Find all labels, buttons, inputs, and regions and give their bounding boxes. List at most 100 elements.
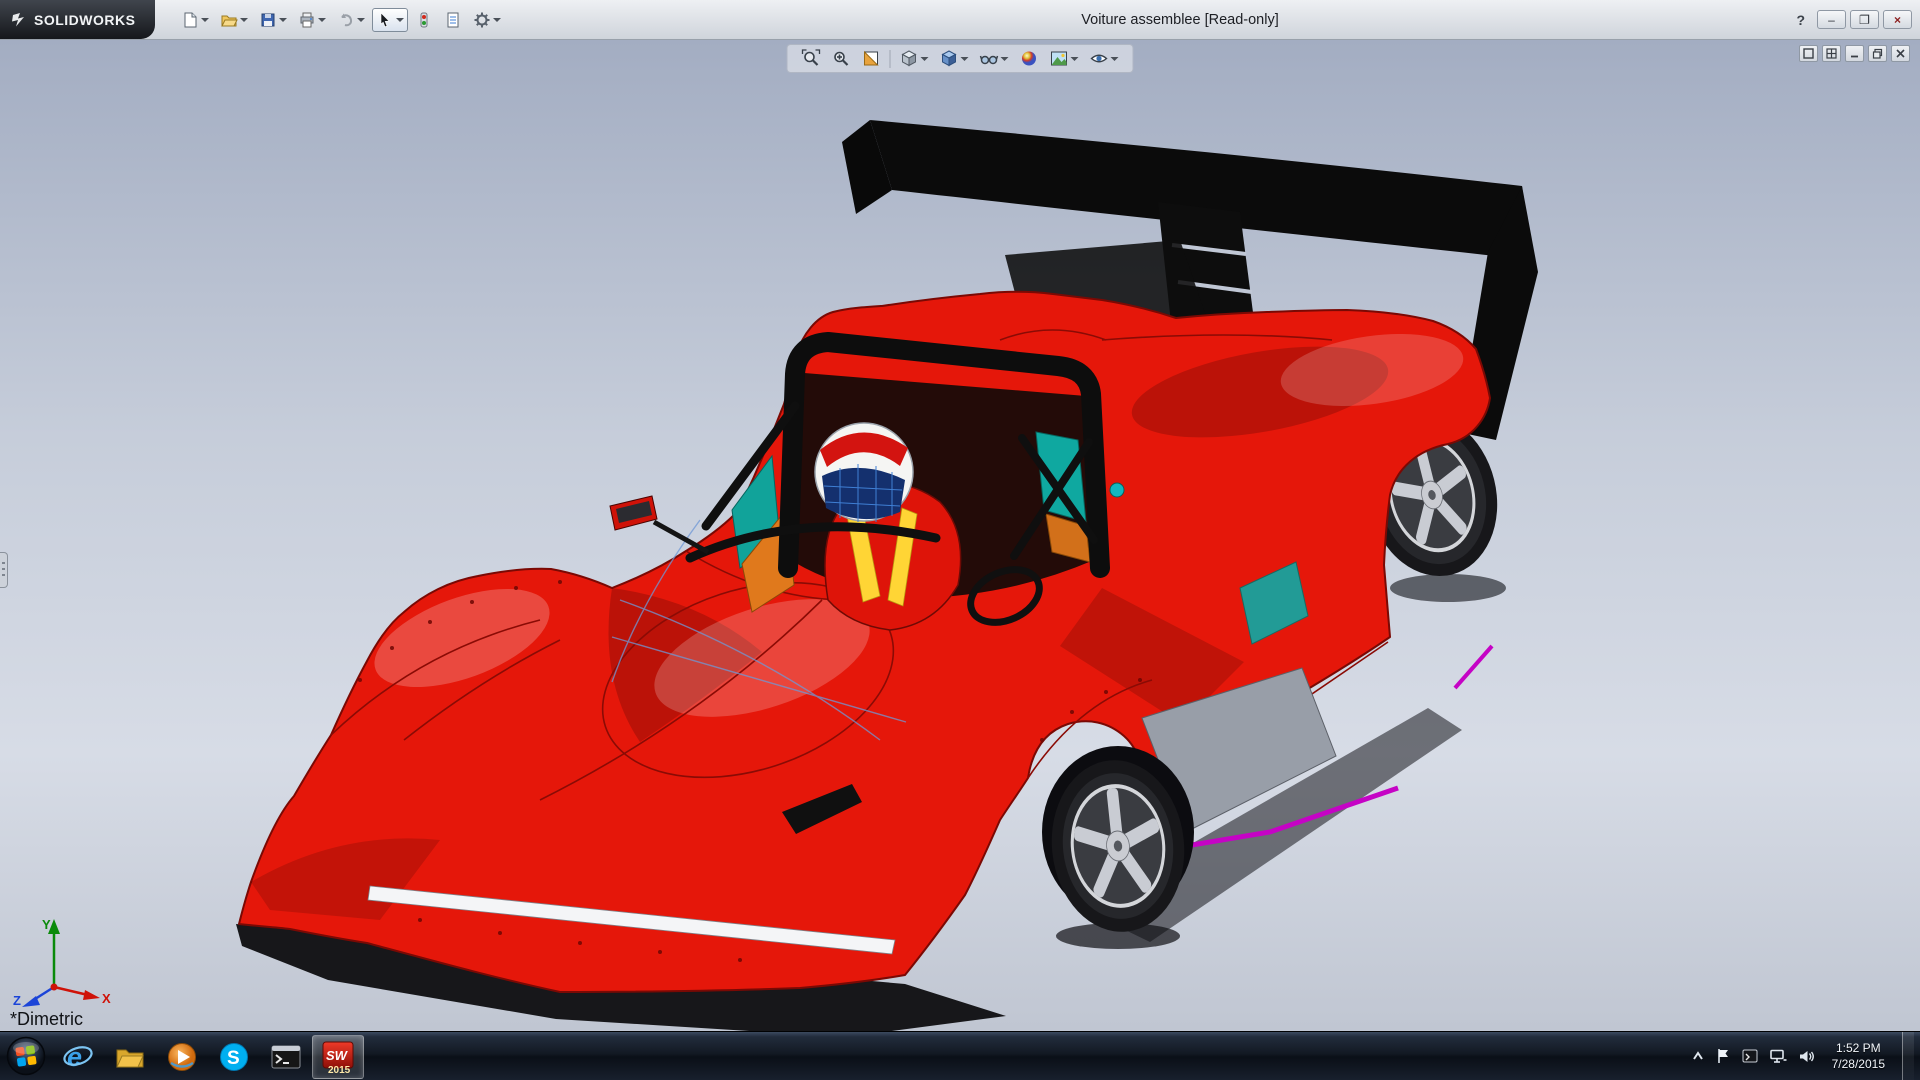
chevron-down-icon[interactable]: [921, 57, 929, 61]
select-cursor-icon: [376, 11, 394, 29]
scene-icon: [1050, 49, 1069, 68]
side-mirror[interactable]: [610, 496, 708, 552]
chevron-down-icon[interactable]: [1071, 57, 1079, 61]
glasses-icon: [980, 49, 999, 68]
eye-icon: [1090, 49, 1109, 68]
open-button[interactable]: [216, 8, 252, 32]
helmet-visor: [822, 468, 905, 519]
zoom-to-fit-button[interactable]: [800, 48, 823, 69]
graphics-viewport[interactable]: Y X Z *Dimetric: [0, 40, 1920, 1031]
chevron-down-icon[interactable]: [201, 18, 209, 22]
chevron-down-icon[interactable]: [493, 18, 501, 22]
titlebar: SOLIDWORKS: [0, 0, 1920, 40]
file-properties-icon: [444, 11, 462, 29]
file-properties-button[interactable]: [440, 8, 466, 32]
race-car-model[interactable]: [236, 120, 1538, 1031]
chevron-down-icon[interactable]: [961, 57, 969, 61]
taskbar-clock[interactable]: 1:52 PM 7/28/2015: [1826, 1040, 1891, 1072]
chevron-down-icon[interactable]: [357, 18, 365, 22]
print-button[interactable]: [294, 8, 330, 32]
chevron-down-icon[interactable]: [396, 18, 404, 22]
chevron-down-icon[interactable]: [318, 18, 326, 22]
save-button[interactable]: [255, 8, 291, 32]
volume-icon[interactable]: [1798, 1049, 1815, 1064]
restore-doc-button[interactable]: [1868, 45, 1887, 62]
display-style-icon: [940, 49, 959, 68]
windows-start-orb-icon: [6, 1036, 46, 1076]
chevron-down-icon[interactable]: [1001, 57, 1009, 61]
taskbar-item-media-player[interactable]: [156, 1035, 208, 1079]
help-button[interactable]: ?: [1788, 12, 1813, 28]
close-button[interactable]: ×: [1883, 10, 1912, 29]
panel-splitter-handle[interactable]: [0, 552, 8, 588]
view-orientation-button[interactable]: [898, 48, 931, 69]
taskbar-item-solidworks[interactable]: SW 2015: [312, 1035, 364, 1079]
folder-icon: [113, 1040, 147, 1074]
document-window-controls: [1799, 45, 1910, 62]
view-orientation-label: *Dimetric: [10, 1009, 83, 1030]
view-orientation-cube-icon: [900, 49, 919, 68]
taskbar-item-internet-explorer[interactable]: e: [52, 1035, 104, 1079]
undo-button[interactable]: [333, 8, 369, 32]
maximize-button[interactable]: ❐: [1850, 10, 1879, 29]
close-doc-button[interactable]: [1891, 45, 1910, 62]
fullscreen-icon[interactable]: [1799, 45, 1818, 62]
brand-text: SOLIDWORKS: [34, 12, 135, 28]
skype-icon: S: [217, 1040, 251, 1074]
section-view-button[interactable]: [860, 48, 883, 69]
3d-scene[interactable]: [0, 40, 1920, 1031]
select-button[interactable]: [372, 8, 408, 32]
chevron-down-icon[interactable]: [279, 18, 287, 22]
undo-icon: [337, 11, 355, 29]
network-icon[interactable]: [1769, 1049, 1787, 1064]
open-folder-icon: [220, 11, 238, 29]
caption-controls: ? – ❐ ×: [1788, 0, 1912, 39]
taskbar-item-windows-explorer[interactable]: [104, 1035, 156, 1079]
solidworks-logo: SOLIDWORKS: [0, 0, 155, 39]
rebuild-icon: [415, 11, 433, 29]
appearance-ball-icon: [1020, 49, 1039, 68]
new-document-icon: [181, 11, 199, 29]
section-view-icon: [862, 49, 881, 68]
command-prompt-icon: [269, 1040, 303, 1074]
action-center-flag-icon[interactable]: [1716, 1048, 1731, 1064]
window-title: Voiture assemblee [Read-only]: [1081, 0, 1278, 40]
taskbar-item-command-prompt[interactable]: [260, 1035, 312, 1079]
minimize-doc-button[interactable]: [1845, 45, 1864, 62]
clock-time: 1:52 PM: [1832, 1040, 1885, 1056]
quick-access-toolbar: [177, 8, 505, 32]
new-document-button[interactable]: [177, 8, 213, 32]
solidworks-year-badge: 2015: [328, 1065, 351, 1075]
console-window-tray-icon[interactable]: [1742, 1049, 1758, 1063]
sensor-dot: [1110, 483, 1124, 497]
start-button[interactable]: [0, 1032, 52, 1080]
internet-explorer-icon: e: [61, 1040, 95, 1074]
media-player-icon: [165, 1040, 199, 1074]
chevron-down-icon[interactable]: [240, 18, 248, 22]
hide-show-items-button[interactable]: [978, 48, 1011, 69]
taskbar-item-skype[interactable]: S: [208, 1035, 260, 1079]
apply-scene-button[interactable]: [1048, 48, 1081, 69]
taskbar: e S: [0, 1031, 1920, 1080]
display-style-button[interactable]: [938, 48, 971, 69]
solidworks-app-icon: SW 2015: [320, 1039, 356, 1075]
chevron-down-icon[interactable]: [1111, 57, 1119, 61]
zoom-to-area-button[interactable]: [830, 48, 853, 69]
y-axis-label: Y: [42, 917, 51, 932]
rear-wheel-shadow: [1390, 574, 1506, 602]
zoom-to-area-icon: [832, 49, 851, 68]
show-hidden-icons-button[interactable]: [1691, 1050, 1705, 1062]
rebuild-button[interactable]: [411, 8, 437, 32]
clock-date: 7/28/2015: [1832, 1056, 1885, 1072]
save-icon: [259, 11, 277, 29]
x-axis-label: X: [102, 991, 111, 1006]
options-button[interactable]: [469, 8, 505, 32]
gear-icon: [473, 11, 491, 29]
minimize-button[interactable]: –: [1817, 10, 1846, 29]
print-icon: [298, 11, 316, 29]
toolbar-separator: [890, 50, 891, 68]
show-desktop-button[interactable]: [1902, 1032, 1914, 1080]
viewport-panes-icon[interactable]: [1822, 45, 1841, 62]
view-settings-button[interactable]: [1088, 48, 1121, 69]
edit-appearance-button[interactable]: [1018, 48, 1041, 69]
